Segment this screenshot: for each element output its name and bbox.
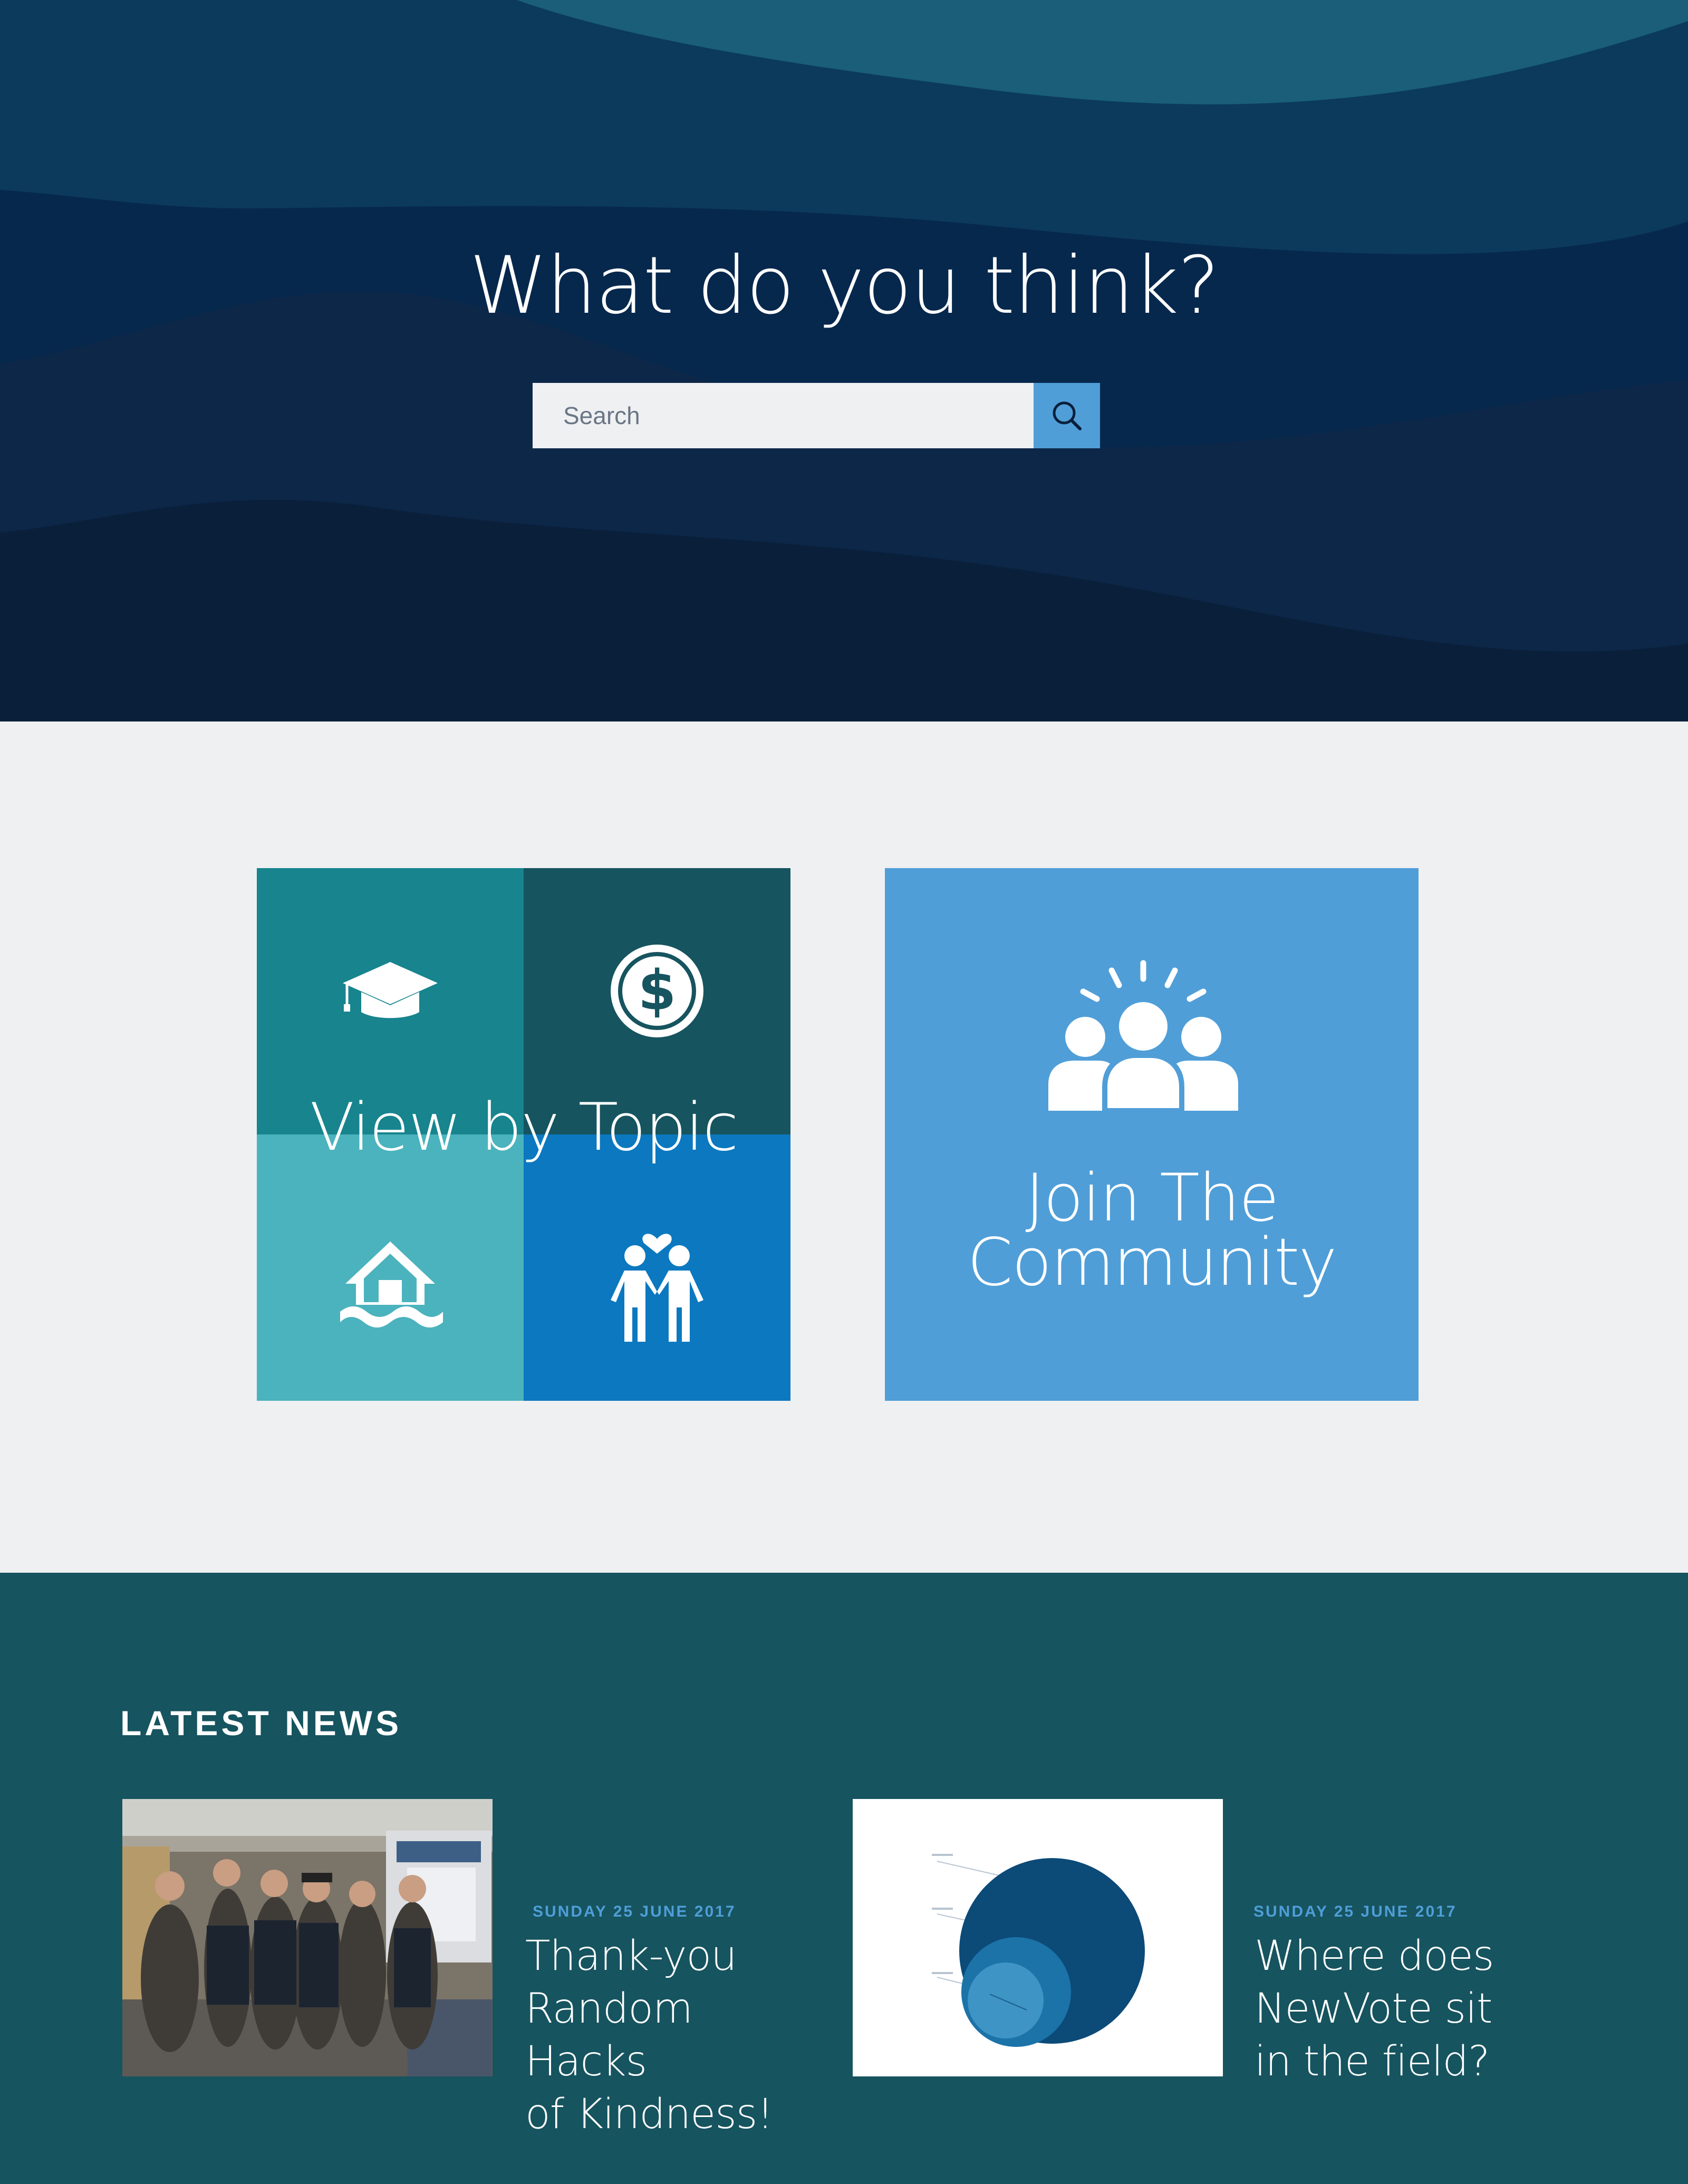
news-title-line: NewVote sit — [1255, 1985, 1492, 2033]
hero-title: What do you think? — [469, 240, 1220, 332]
news-title-line: Thank-you — [525, 1932, 737, 1980]
news-title-link[interactable]: Where does NewVote sit in the field? — [1255, 1930, 1550, 2088]
news-title-line: Where does — [1255, 1932, 1494, 1980]
community-group-icon — [1048, 960, 1238, 1113]
latest-news-heading: LATEST NEWS — [120, 1704, 402, 1743]
hero-wave-background — [0, 0, 1688, 721]
nested-circles-diagram-image — [853, 1799, 1223, 2076]
svg-text:$: $ — [638, 958, 676, 1023]
search-bar — [533, 383, 1100, 448]
community-label-line1: Join The — [1025, 1160, 1279, 1236]
view-by-topic-card[interactable]: $ View by Topic — [257, 868, 790, 1401]
dollar-coin-icon: $ — [611, 944, 703, 1037]
search-input[interactable] — [533, 383, 1034, 448]
flooded-house-icon — [340, 1241, 443, 1327]
couple-heart-icon — [611, 1233, 703, 1342]
cards-section: $ View by Topic Join The Community — [0, 721, 1688, 1573]
news-title-line: in the field? — [1255, 2038, 1490, 2085]
graduation-cap-icon — [343, 961, 438, 1018]
topic-tile-relationships[interactable] — [524, 1134, 790, 1401]
topic-tile-housing[interactable] — [257, 1134, 524, 1401]
hero-section: What do you think? — [0, 0, 1688, 721]
search-icon — [1053, 401, 1082, 430]
community-label-line2: Community — [967, 1225, 1337, 1301]
news-title-link[interactable]: Thank-you Random Hacks of Kindness! — [525, 1930, 821, 2141]
news-title-line: Random Hacks — [525, 1985, 693, 2085]
latest-news-section: LATEST NEWS SUNDAY 25 JUNE 2017 Thank-yo… — [0, 1573, 1688, 2184]
news-date: SUNDAY 25 JUNE 2017 — [1253, 1903, 1457, 1920]
group-photo-image — [122, 1799, 493, 2076]
news-date: SUNDAY 25 JUNE 2017 — [533, 1903, 736, 1920]
join-community-card[interactable]: Join The Community — [885, 868, 1419, 1401]
news-thumbnail-diagram[interactable] — [853, 1799, 1223, 2076]
topic-card-label: View by Topic — [310, 1090, 738, 1166]
news-thumbnail-photo[interactable] — [122, 1799, 493, 2076]
community-card-label: Join The Community — [885, 1166, 1419, 1295]
search-button[interactable] — [1034, 383, 1100, 448]
news-title-line: of Kindness! — [525, 2091, 774, 2138]
